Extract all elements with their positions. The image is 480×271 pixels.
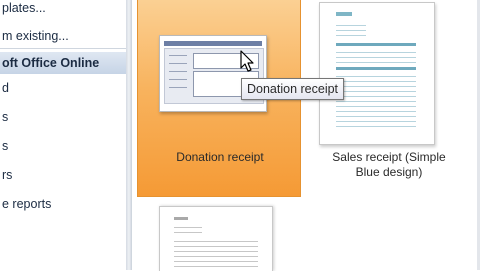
sidebar-item-category-3[interactable]: s <box>0 135 126 157</box>
sidebar-item-my-templates[interactable]: plates... <box>0 0 126 19</box>
thumbnail-header-bar <box>164 41 262 46</box>
thumbnail-logo <box>336 12 352 16</box>
sidebar-item-reports[interactable]: e reports <box>0 193 126 215</box>
sidebar-item-category-1[interactable]: d <box>0 77 126 99</box>
sidebar-separator <box>0 48 126 49</box>
template-title-line-2: Blue design) <box>355 165 423 179</box>
template-gallery: Donation receipt Sales receipt (Simple B… <box>132 0 480 271</box>
template-category-pane: plates... m existing... oft Office Onlin… <box>0 0 127 270</box>
template-title-sales-receipt: Sales receipt (Simple Blue design) <box>301 150 477 180</box>
template-thumbnail-partial[interactable] <box>159 206 273 271</box>
mouse-pointer-icon <box>240 50 254 72</box>
sidebar-item-new-from-existing[interactable]: m existing... <box>0 25 126 47</box>
template-title-line-1: Sales receipt (Simple <box>332 150 446 164</box>
sidebar-item-category-2[interactable]: s <box>0 106 126 128</box>
sidebar-item-category-4[interactable]: rs <box>0 164 126 186</box>
sales-receipt-thumbnail[interactable] <box>319 2 435 145</box>
template-tooltip: Donation receipt <box>241 78 345 100</box>
template-title-donation-receipt: Donation receipt <box>176 150 264 164</box>
sidebar-item-office-online[interactable]: oft Office Online <box>0 52 126 74</box>
thumbnail-logo <box>174 217 188 220</box>
